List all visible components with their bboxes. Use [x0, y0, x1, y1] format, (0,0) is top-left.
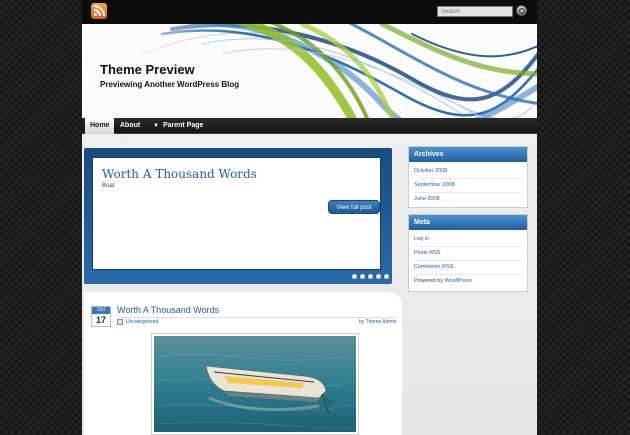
category-icon — [117, 319, 123, 325]
view-full-post-button[interactable]: View full post — [328, 200, 380, 214]
date-month: Oct — [92, 307, 110, 314]
post-divider — [117, 317, 397, 318]
slider-dot[interactable] — [368, 274, 373, 279]
post-entry: Oct 17 Worth A Thousand Words Uncategori… — [84, 292, 402, 435]
nav-item-parent-page-label: Parent Page — [162, 122, 204, 129]
meta-link-posts-rss[interactable]: Posts RSS — [414, 247, 522, 261]
archive-link[interactable]: September 2008 — [414, 179, 522, 193]
powered-by-text: Powered by WordPress — [414, 275, 522, 288]
slider-dot[interactable] — [360, 274, 365, 279]
boat-photo[interactable] — [151, 333, 359, 435]
nav-item-about[interactable]: About — [115, 118, 145, 134]
wordpress-link[interactable]: WordPress — [445, 278, 472, 284]
date-badge: Oct 17 — [91, 306, 111, 327]
featured-slider: Worth A Thousand Words Boat View full po… — [84, 148, 392, 284]
slider-dot[interactable] — [384, 274, 389, 279]
site-header: Theme Preview Previewing Another WordPre… — [82, 24, 537, 118]
top-bar — [82, 0, 537, 24]
archive-link[interactable]: June 2008 — [414, 193, 522, 206]
slider-dot[interactable] — [352, 274, 357, 279]
date-day: 17 — [95, 315, 106, 325]
slide-title[interactable]: Worth A Thousand Words — [102, 167, 257, 181]
powered-by-label: Powered by — [414, 278, 444, 284]
nav-item-home[interactable]: Home — [85, 118, 115, 134]
page-wrapper: Theme Preview Previewing Another WordPre… — [82, 0, 537, 435]
search-button[interactable] — [516, 5, 527, 16]
slide-card: Worth A Thousand Words Boat View full po… — [92, 157, 381, 270]
post-category[interactable]: Uncategorized — [126, 319, 158, 325]
chevron-down-icon: ▼ — [153, 123, 159, 129]
main-nav: Home About ▼ Parent Page — [82, 118, 537, 134]
meta-widget: Meta Log in Posts RSS Comments RSS Power… — [408, 214, 528, 292]
byline-prefix: by — [359, 319, 365, 325]
archive-link[interactable]: October 2008 — [414, 165, 522, 179]
post-author[interactable]: Theme Admin — [366, 319, 397, 325]
slide-caption: Boat — [102, 183, 115, 189]
boat-photo-graphic — [154, 336, 356, 432]
rss-feed-icon[interactable] — [91, 3, 107, 19]
post-title[interactable]: Worth A Thousand Words — [117, 305, 219, 315]
slider-dot[interactable] — [376, 274, 381, 279]
site-title[interactable]: Theme Preview — [100, 62, 195, 77]
site-description: Previewing Another WordPress Blog — [100, 80, 240, 89]
post-byline: by Theme Admin — [359, 319, 396, 325]
nav-item-parent-page[interactable]: ▼ Parent Page — [148, 118, 208, 134]
archives-widget-title: Archives — [409, 147, 527, 162]
search-input[interactable] — [437, 6, 513, 17]
meta-widget-title: Meta — [409, 215, 527, 230]
archives-widget: Archives October 2008 September 2008 Jun… — [408, 146, 528, 208]
meta-link-log-in[interactable]: Log in — [414, 233, 522, 247]
meta-link-comments-rss[interactable]: Comments RSS — [414, 261, 522, 275]
